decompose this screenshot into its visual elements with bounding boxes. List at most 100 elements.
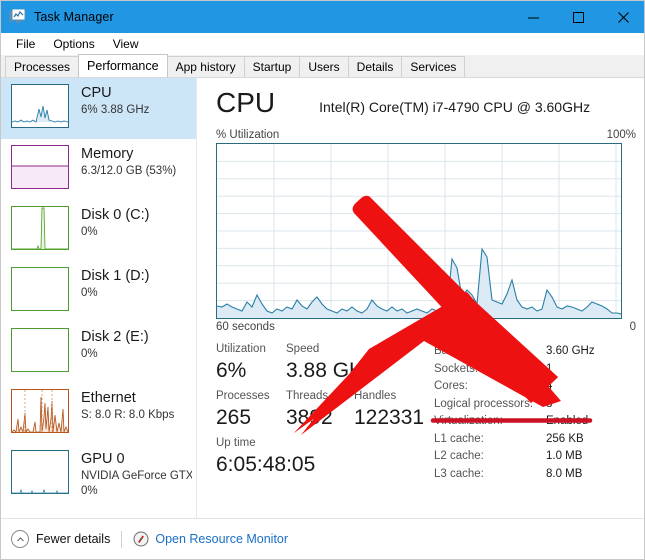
cpu-model-label: Intel(R) Core(TM) i7-4790 CPU @ 3.60GHz	[319, 99, 591, 115]
stat-value: 3.88 GHz	[286, 359, 375, 382]
detail-key: Logical processors:	[434, 397, 534, 410]
stat-processes: Processes 265	[216, 388, 286, 431]
stat-row-utilization-speed: Utilization 6% Speed 3.88 GHz	[216, 341, 434, 384]
panel-header: CPU Intel(R) Core(TM) i7-4790 CPU @ 3.60…	[216, 86, 636, 126]
detail-sockets: Sockets: 1	[434, 361, 636, 379]
sidebar-item-sub: 0%	[81, 226, 98, 238]
detail-key: L3 cache:	[434, 467, 484, 480]
sidebar-item-gpu-0[interactable]: GPU 0 NVIDIA GeForce GTX 0%	[1, 444, 196, 505]
detail-value: Enabled	[546, 415, 589, 427]
performance-sidebar: CPU 6% 3.88 GHz Memory 6.3/12.0 GB (53%)	[1, 78, 197, 518]
close-button[interactable]	[601, 1, 644, 33]
stat-label: Processes	[216, 390, 270, 402]
detail-l2-cache: L2 cache: 1.0 MB	[434, 448, 636, 466]
detail-value: 1.0 MB	[546, 450, 583, 462]
detail-value: 3.60 GHz	[546, 345, 595, 357]
sidebar-item-memory[interactable]: Memory 6.3/12.0 GB (53%)	[1, 139, 196, 200]
detail-value: 4	[546, 380, 553, 392]
sidebar-item-label: Disk 0 (C:)	[81, 207, 150, 223]
tab-startup[interactable]: Startup	[243, 56, 301, 77]
stat-utilization: Utilization 6%	[216, 341, 286, 384]
stat-row-processes-threads-handles: Processes 265 Threads 3892 Handles 12233…	[216, 388, 434, 431]
fewer-details-button[interactable]: Fewer details	[11, 530, 110, 548]
stat-threads: Threads 3892	[286, 388, 354, 431]
detail-logical-processors: Logical processors: 8	[434, 396, 636, 414]
stat-value: 122331	[354, 406, 425, 429]
detail-virtualization: Virtualization: Enabled	[434, 413, 636, 431]
fewer-details-label: Fewer details	[36, 532, 111, 546]
task-manager-window: Task Manager File Options View Processes…	[0, 0, 645, 560]
sidebar-item-cpu[interactable]: CPU 6% 3.88 GHz	[1, 78, 196, 139]
tab-app-history[interactable]: App history	[166, 56, 245, 77]
cpu-utilization-graph[interactable]	[216, 143, 622, 319]
detail-l1-cache: L1 cache: 256 KB	[434, 431, 636, 449]
menu-bar: File Options View	[1, 33, 644, 55]
sidebar-item-sub2: 0%	[81, 485, 98, 497]
stat-handles: Handles 122331	[354, 388, 424, 431]
detail-key: L2 cache:	[434, 450, 484, 462]
graph-y-label: % Utilization	[216, 129, 280, 141]
cpu-details-list: Base speed: 3.60 GHz Sockets: 1 Cores: 4…	[434, 341, 636, 483]
sidebar-item-disk-2[interactable]: Disk 2 (E:) 0%	[1, 322, 196, 383]
tab-details[interactable]: Details	[347, 56, 403, 77]
cpu-thumbnail-graph	[11, 84, 69, 128]
stat-value: 265	[216, 406, 252, 429]
maximize-button[interactable]	[556, 1, 601, 33]
stat-value: 6%	[216, 359, 247, 382]
sidebar-item-label: Disk 2 (E:)	[81, 329, 149, 345]
memory-thumbnail-graph	[11, 145, 69, 189]
stat-label: Speed	[286, 343, 320, 355]
disk-0-thumbnail-graph	[11, 206, 69, 250]
sidebar-item-label: GPU 0	[81, 451, 125, 467]
window-title: Task Manager	[34, 10, 114, 24]
graph-axis-labels: % Utilization 100%	[216, 129, 636, 141]
graph-x-right-label: 0	[629, 321, 636, 333]
stat-speed: Speed 3.88 GHz	[286, 341, 375, 384]
ethernet-thumbnail-graph	[11, 389, 69, 433]
detail-key: Base speed:	[434, 345, 498, 357]
detail-base-speed: Base speed: 3.60 GHz	[434, 343, 636, 361]
sidebar-item-sub: 0%	[81, 348, 98, 360]
chevron-up-circle-icon	[11, 530, 29, 548]
stat-value: 6:05:48:05	[216, 453, 316, 476]
sidebar-item-sub: NVIDIA GeForce GTX	[81, 470, 192, 482]
detail-key: Sockets:	[434, 362, 479, 375]
tab-users[interactable]: Users	[299, 56, 349, 77]
sidebar-item-label: Memory	[81, 146, 134, 162]
tab-strip: Processes Performance App history Startu…	[1, 54, 644, 78]
sidebar-item-disk-1[interactable]: Disk 1 (D:) 0%	[1, 261, 196, 322]
sidebar-item-sub: 6.3/12.0 GB (53%)	[81, 165, 177, 177]
menu-file[interactable]: File	[7, 35, 44, 53]
open-resource-monitor-link[interactable]: Open Resource Monitor	[133, 531, 288, 547]
tab-processes[interactable]: Processes	[5, 56, 80, 77]
disk-2-thumbnail-graph	[11, 328, 69, 372]
detail-value: 256 KB	[546, 432, 584, 445]
sidebar-item-disk-0[interactable]: Disk 0 (C:) 0%	[1, 200, 196, 261]
sidebar-item-ethernet[interactable]: Ethernet S: 8.0 R: 8.0 Kbps	[1, 383, 196, 444]
content-area: CPU 6% 3.88 GHz Memory 6.3/12.0 GB (53%)	[1, 78, 644, 518]
menu-view[interactable]: View	[104, 35, 148, 53]
disk-1-thumbnail-graph	[11, 267, 69, 311]
sidebar-item-label: Ethernet	[81, 390, 136, 406]
window-controls	[511, 1, 644, 33]
menu-options[interactable]: Options	[44, 35, 103, 53]
sidebar-item-label: Disk 1 (D:)	[81, 268, 150, 284]
status-divider	[121, 530, 123, 548]
tab-performance[interactable]: Performance	[78, 54, 168, 77]
detail-key: Virtualization:	[434, 415, 503, 427]
tab-services[interactable]: Services	[401, 56, 466, 77]
resource-monitor-label: Open Resource Monitor	[155, 532, 289, 546]
detail-value: 1	[546, 362, 553, 375]
sidebar-item-sub: 0%	[81, 287, 98, 299]
stat-label: Utilization	[216, 343, 266, 355]
sidebar-item-sub: S: 8.0 R: 8.0 Kbps	[81, 409, 175, 421]
task-manager-icon	[9, 8, 26, 25]
stat-row-uptime: Up time 6:05:48:05	[216, 435, 434, 478]
stat-uptime: Up time 6:05:48:05	[216, 435, 315, 478]
stat-value: 3892	[286, 406, 333, 429]
minimize-button[interactable]	[511, 1, 556, 33]
graph-y-max-label: 100%	[606, 129, 636, 141]
page-title: CPU	[216, 87, 276, 118]
detail-l3-cache: L3 cache: 8.0 MB	[434, 466, 636, 484]
sidebar-item-label: CPU	[81, 85, 112, 101]
